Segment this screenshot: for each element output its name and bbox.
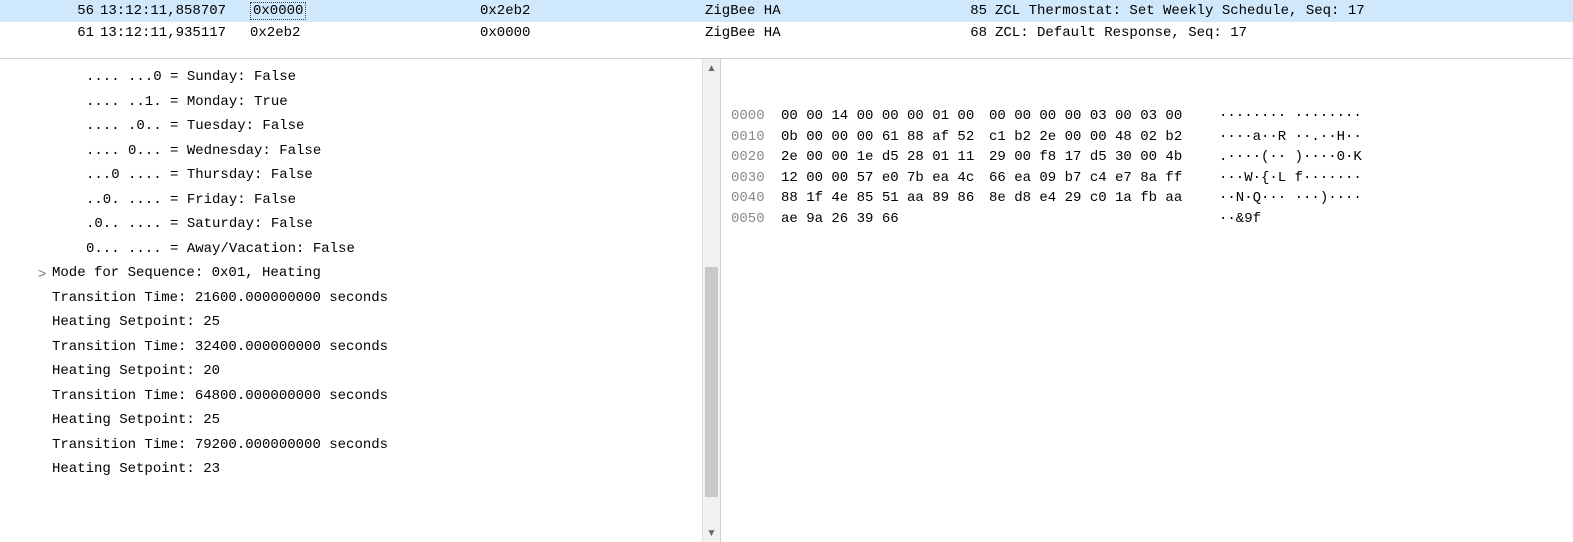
- col-no: 56: [0, 0, 100, 22]
- col-src: 0x2eb2: [250, 22, 480, 44]
- tree-item[interactable]: Transition Time: 79200.000000000 seconds: [24, 433, 720, 458]
- tree-item-label: Transition Time: 32400.000000000 seconds: [52, 335, 388, 360]
- tree-item-label: Heating Setpoint: 25: [52, 310, 220, 335]
- expand-icon[interactable]: >: [38, 261, 52, 286]
- hex-offset: 0030: [731, 168, 781, 189]
- hex-bytes: 00 00 14 00 00 00 01 00: [781, 106, 989, 127]
- tree-item[interactable]: 0... .... = Away/Vacation: False: [24, 237, 720, 262]
- hex-bytes: 2e 00 00 1e d5 28 01 11: [781, 147, 989, 168]
- hex-row[interactable]: 000000 00 14 00 00 00 01 0000 00 00 00 0…: [731, 106, 1565, 127]
- hex-offset: 0050: [731, 209, 781, 230]
- tree-item-label: Heating Setpoint: 20: [52, 359, 220, 384]
- tree-item[interactable]: .0.. .... = Saturday: False: [24, 212, 720, 237]
- hex-bytes: [989, 209, 1219, 230]
- hex-bytes: 88 1f 4e 85 51 aa 89 86: [781, 188, 989, 209]
- hex-bytes: c1 b2 2e 00 00 48 02 b2: [989, 127, 1219, 148]
- tree-item-label: Heating Setpoint: 25: [52, 408, 220, 433]
- packet-row[interactable]: 61 13:12:11,935117 0x2eb2 0x0000 ZigBee …: [0, 22, 1573, 44]
- lower-panes: .... ...0 = Sunday: False.... ..1. = Mon…: [0, 58, 1573, 542]
- tree-item[interactable]: Heating Setpoint: 20: [24, 359, 720, 384]
- hex-offset: 0020: [731, 147, 781, 168]
- col-src: 0x0000: [250, 0, 480, 22]
- tree-item-label: Transition Time: 64800.000000000 seconds: [52, 384, 388, 409]
- tree-item[interactable]: >Mode for Sequence: 0x01, Heating: [24, 261, 720, 286]
- tree-item[interactable]: ...0 .... = Thursday: False: [24, 163, 720, 188]
- tree-item-label: 0... .... = Away/Vacation: False: [86, 237, 355, 262]
- tree-item-label: Transition Time: 79200.000000000 seconds: [52, 433, 388, 458]
- tree-item[interactable]: Transition Time: 21600.000000000 seconds: [24, 286, 720, 311]
- hex-row[interactable]: 00100b 00 00 00 61 88 af 52c1 b2 2e 00 0…: [731, 127, 1565, 148]
- tree-item[interactable]: .... 0... = Wednesday: False: [24, 139, 720, 164]
- hex-row[interactable]: 0050ae 9a 26 39 66 ··&9f: [731, 209, 1565, 230]
- hex-bytes: 8e d8 e4 29 c0 1a fb aa: [989, 188, 1219, 209]
- tree-item[interactable]: .... ...0 = Sunday: False: [24, 65, 720, 90]
- tree-item-label: Transition Time: 21600.000000000 seconds: [52, 286, 388, 311]
- packet-bytes-pane[interactable]: 000000 00 14 00 00 00 01 0000 00 00 00 0…: [720, 59, 1573, 542]
- col-proto: ZigBee HA: [705, 0, 955, 22]
- tree-item-label: .... .0.. = Tuesday: False: [86, 114, 304, 139]
- col-info: ZCL: Default Response, Seq: 17: [995, 22, 1573, 44]
- col-proto: ZigBee HA: [705, 22, 955, 44]
- tree-item[interactable]: Heating Setpoint: 25: [24, 310, 720, 335]
- hex-ascii: ··N·Q··· ···)····: [1219, 188, 1362, 209]
- col-time: 13:12:11,858707: [100, 0, 250, 22]
- hex-ascii: .····(·· )····0·K: [1219, 147, 1362, 168]
- tree-item-label: ..0. .... = Friday: False: [86, 188, 296, 213]
- packet-list: 56 13:12:11,858707 0x0000 0x2eb2 ZigBee …: [0, 0, 1573, 44]
- tree-item[interactable]: .... ..1. = Monday: True: [24, 90, 720, 115]
- scroll-up-icon[interactable]: ▲: [703, 59, 720, 77]
- col-info: ZCL Thermostat: Set Weekly Schedule, Seq…: [995, 0, 1573, 22]
- tree-item[interactable]: ..0. .... = Friday: False: [24, 188, 720, 213]
- col-len: 85: [955, 0, 995, 22]
- hex-offset: 0010: [731, 127, 781, 148]
- hex-bytes: 12 00 00 57 e0 7b ea 4c: [781, 168, 989, 189]
- col-time: 13:12:11,935117: [100, 22, 250, 44]
- hex-bytes: ae 9a 26 39 66: [781, 209, 989, 230]
- hex-offset: 0040: [731, 188, 781, 209]
- tree-item[interactable]: Heating Setpoint: 25: [24, 408, 720, 433]
- col-dst: 0x0000: [480, 22, 705, 44]
- tree-item-label: Mode for Sequence: 0x01, Heating: [52, 261, 321, 286]
- hex-ascii: ········ ········: [1219, 106, 1362, 127]
- tree-item[interactable]: .... .0.. = Tuesday: False: [24, 114, 720, 139]
- tree-item-label: .... ..1. = Monday: True: [86, 90, 288, 115]
- tree-item-label: .... ...0 = Sunday: False: [86, 65, 296, 90]
- hex-row[interactable]: 004088 1f 4e 85 51 aa 89 868e d8 e4 29 c…: [731, 188, 1565, 209]
- hex-bytes: 0b 00 00 00 61 88 af 52: [781, 127, 989, 148]
- tree-item[interactable]: Transition Time: 32400.000000000 seconds: [24, 335, 720, 360]
- tree-item[interactable]: Transition Time: 64800.000000000 seconds: [24, 384, 720, 409]
- tree-item[interactable]: Heating Setpoint: 23: [24, 457, 720, 482]
- hex-bytes: 66 ea 09 b7 c4 e7 8a ff: [989, 168, 1219, 189]
- hex-ascii: ···W·{·L f·······: [1219, 168, 1362, 189]
- col-len: 68: [955, 22, 995, 44]
- vertical-scrollbar[interactable]: ▲ ▼: [702, 59, 720, 542]
- col-dst: 0x2eb2: [480, 0, 705, 22]
- packet-details-pane[interactable]: .... ...0 = Sunday: False.... ..1. = Mon…: [0, 59, 720, 542]
- tree-item-label: ...0 .... = Thursday: False: [86, 163, 313, 188]
- scroll-down-icon[interactable]: ▼: [703, 524, 720, 542]
- col-no: 61: [0, 22, 100, 44]
- hex-bytes: 00 00 00 00 03 00 03 00: [989, 106, 1219, 127]
- hex-ascii: ··&9f: [1219, 209, 1261, 230]
- tree-item-label: Heating Setpoint: 23: [52, 457, 220, 482]
- tree-item-label: .... 0... = Wednesday: False: [86, 139, 321, 164]
- scroll-thumb[interactable]: [705, 267, 718, 497]
- hex-row[interactable]: 003012 00 00 57 e0 7b ea 4c66 ea 09 b7 c…: [731, 168, 1565, 189]
- hex-bytes: 29 00 f8 17 d5 30 00 4b: [989, 147, 1219, 168]
- hex-ascii: ····a··R ··.··H··: [1219, 127, 1362, 148]
- hex-offset: 0000: [731, 106, 781, 127]
- tree-item-label: .0.. .... = Saturday: False: [86, 212, 313, 237]
- hex-row[interactable]: 00202e 00 00 1e d5 28 01 1129 00 f8 17 d…: [731, 147, 1565, 168]
- packet-row[interactable]: 56 13:12:11,858707 0x0000 0x2eb2 ZigBee …: [0, 0, 1573, 22]
